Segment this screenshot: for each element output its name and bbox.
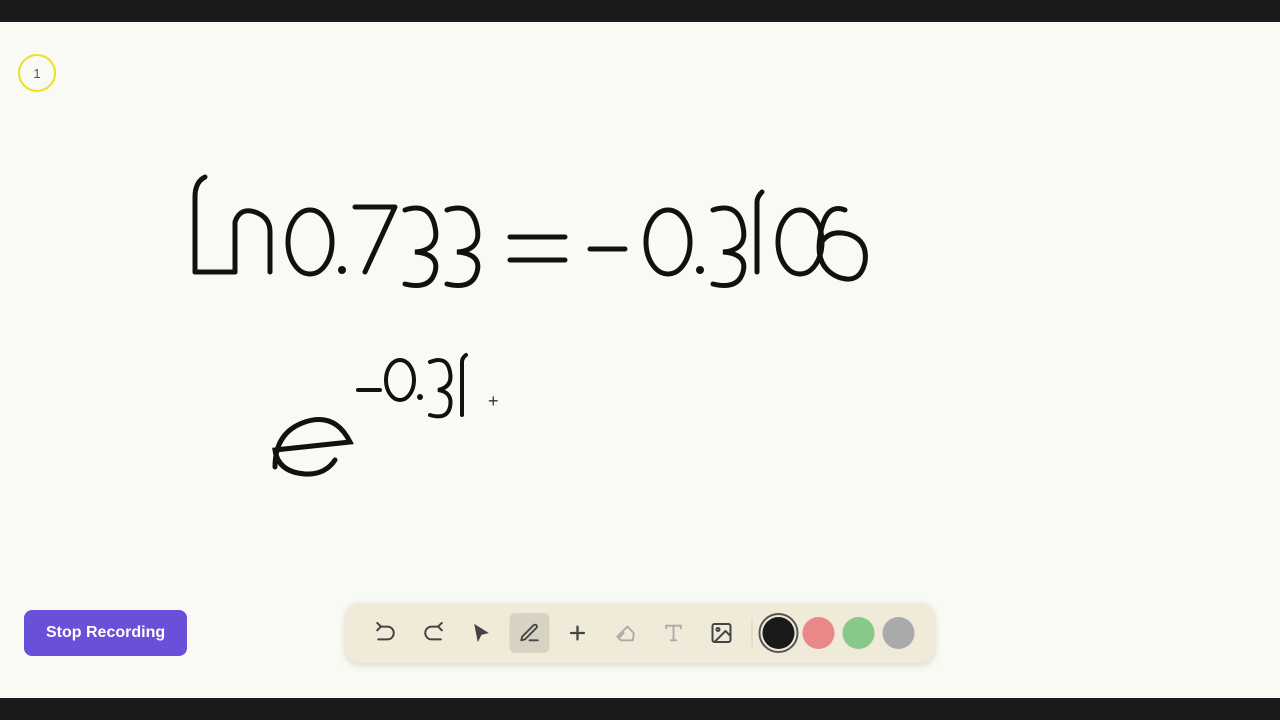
- color-pink-button[interactable]: [803, 617, 835, 649]
- pen-button[interactable]: [510, 613, 550, 653]
- select-button[interactable]: [462, 613, 502, 653]
- toolbar-separator: [752, 619, 753, 647]
- redo-button[interactable]: [414, 613, 454, 653]
- color-gray-button[interactable]: [883, 617, 915, 649]
- add-button[interactable]: [558, 613, 598, 653]
- canvas-area[interactable]: 1: [0, 22, 1280, 698]
- timer-indicator: 1: [18, 54, 56, 92]
- timer-label: 1: [33, 66, 40, 81]
- eraser-button[interactable]: [606, 613, 646, 653]
- top-bar: [0, 0, 1280, 22]
- color-black-button[interactable]: [763, 617, 795, 649]
- color-green-button[interactable]: [843, 617, 875, 649]
- text-button[interactable]: [654, 613, 694, 653]
- stop-recording-button[interactable]: Stop Recording: [24, 610, 187, 656]
- toolbar: [346, 603, 935, 663]
- bottom-bar: [0, 698, 1280, 720]
- image-button[interactable]: [702, 613, 742, 653]
- math-display: +: [0, 102, 1280, 682]
- svg-text:+: +: [488, 391, 499, 411]
- undo-button[interactable]: [366, 613, 406, 653]
